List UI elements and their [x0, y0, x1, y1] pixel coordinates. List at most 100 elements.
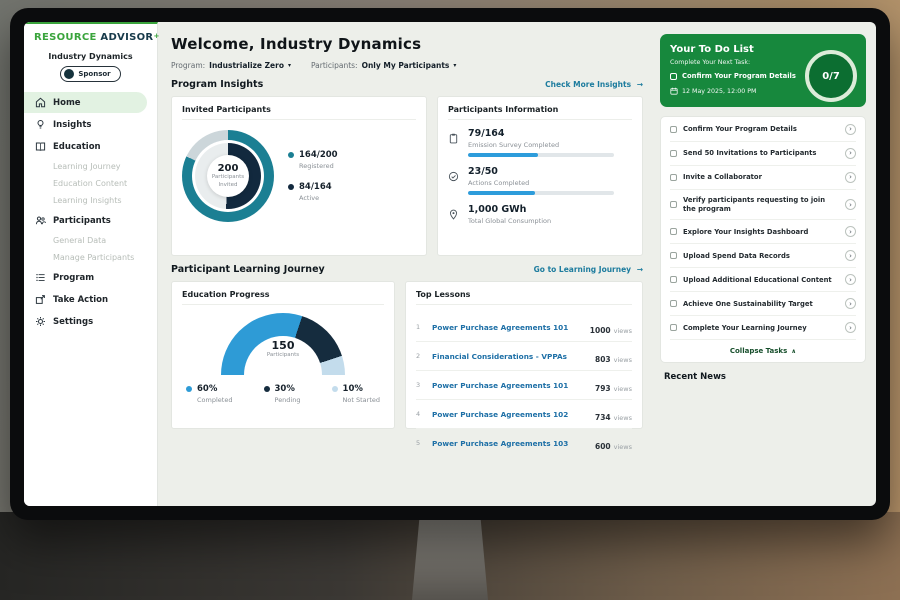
sidebar-item-learning-journey[interactable]: Learning Journey	[24, 158, 157, 175]
task-checkbox[interactable]	[670, 228, 677, 235]
lesson-rank: 5	[416, 439, 424, 447]
chevron-right-icon[interactable]: ›	[845, 148, 856, 159]
collapse-tasks-link[interactable]: Collapse Tasks∧	[670, 340, 856, 361]
stat-progress-0	[468, 153, 614, 157]
sidebar-item-education-content[interactable]: Education Content	[24, 175, 157, 192]
todo-next-task[interactable]: Confirm Your Program Details	[670, 72, 796, 81]
logo-secondary: ADVISOR	[100, 32, 153, 43]
clipboard-icon	[448, 128, 460, 157]
chevron-right-icon[interactable]: ›	[845, 199, 856, 210]
task-row[interactable]: Explore Your Insights Dashboard ›	[670, 220, 856, 244]
sidebar-item-learning-insights[interactable]: Learning Insights	[24, 192, 157, 209]
task-row[interactable]: Verify participants requesting to join t…	[670, 190, 856, 221]
lesson-link[interactable]: Power Purchase Agreements 102	[432, 410, 587, 419]
invited-donut-chart: 200 Participants Invited	[182, 130, 274, 222]
task-checkbox[interactable]	[670, 126, 677, 133]
location-pin-icon	[448, 204, 460, 225]
card-title: Participants Information	[448, 105, 632, 120]
lesson-views-label: views	[614, 327, 632, 335]
learning-journey-header: Participant Learning Journey Go to Learn…	[171, 264, 643, 275]
task-label: Explore Your Insights Dashboard	[683, 228, 839, 237]
check-more-insights-link[interactable]: Check More Insights →	[545, 80, 643, 89]
lesson-views-label: views	[614, 385, 632, 393]
lesson-views: 734	[595, 413, 611, 422]
lesson-link[interactable]: Financial Considerations - VPPAs	[432, 352, 587, 361]
lesson-row: 1 Power Purchase Agreements 101 1000view…	[416, 313, 632, 342]
todo-subtitle: Complete Your Next Task:	[670, 59, 796, 66]
task-row[interactable]: Complete Your Learning Journey ›	[670, 316, 856, 340]
sidebar: RESOURCE ADVISOR+ Industry Dynamics Spon…	[24, 22, 158, 506]
legend-dot-active	[288, 184, 294, 190]
chevron-right-icon[interactable]: ›	[845, 250, 856, 261]
task-row[interactable]: Confirm Your Program Details ›	[670, 118, 856, 142]
stat-label: Actions Completed	[468, 179, 614, 187]
sidebar-nav: Home Insights Education Learning Journey…	[24, 91, 157, 333]
program-value: Industrialize Zero	[209, 61, 284, 70]
program-select[interactable]: Program: Industrialize Zero ▾	[171, 61, 291, 70]
lesson-row: 5 Power Purchase Agreements 103 600views	[416, 429, 632, 457]
todo-progress-ring: 0/7	[805, 50, 857, 102]
go-to-learning-journey-link[interactable]: Go to Learning Journey →	[534, 265, 643, 274]
sidebar-item-home[interactable]: Home	[24, 92, 147, 113]
gear-icon	[34, 316, 46, 327]
sidebar-item-label: Home	[53, 98, 81, 108]
sidebar-item-participants[interactable]: Participants	[24, 210, 157, 231]
program-insights-row: Invited Participants 200 Participants In…	[171, 96, 643, 256]
chevron-right-icon[interactable]: ›	[845, 124, 856, 135]
chevron-right-icon[interactable]: ›	[845, 226, 856, 237]
task-checkbox[interactable]	[670, 324, 677, 331]
lesson-rank: 1	[416, 323, 424, 331]
task-row[interactable]: Achieve One Sustainability Target ›	[670, 292, 856, 316]
legend-value: 164/200	[299, 150, 338, 160]
sidebar-item-general-data[interactable]: General Data	[24, 232, 157, 249]
participants-select[interactable]: Participants: Only My Participants ▾	[311, 61, 456, 70]
task-row[interactable]: Upload Spend Data Records ›	[670, 244, 856, 268]
sidebar-item-label: Take Action	[53, 295, 108, 305]
task-label: Verify participants requesting to join t…	[683, 196, 839, 214]
sidebar-item-label: Settings	[53, 317, 93, 327]
task-row[interactable]: Send 50 Invitations to Participants ›	[670, 142, 856, 166]
lesson-link[interactable]: Power Purchase Agreements 101	[432, 323, 582, 332]
sidebar-item-education[interactable]: Education	[24, 136, 157, 157]
todo-next-label: Confirm Your Program Details	[682, 72, 796, 81]
chevron-right-icon[interactable]: ›	[845, 298, 856, 309]
sidebar-item-insights[interactable]: Insights	[24, 114, 157, 135]
todo-next-checkbox[interactable]	[670, 73, 677, 80]
stat-value: 79/164	[468, 128, 614, 139]
lesson-views-label: views	[614, 443, 632, 451]
section-title: Participant Learning Journey	[171, 264, 325, 275]
sidebar-item-program[interactable]: Program	[24, 267, 157, 288]
legend-item: 84/164 Active	[288, 182, 338, 202]
task-checkbox[interactable]	[670, 174, 677, 181]
sidebar-item-settings[interactable]: Settings	[24, 311, 157, 332]
task-checkbox[interactable]	[670, 201, 677, 208]
sidebar-item-manage-participants[interactable]: Manage Participants	[24, 249, 157, 266]
lesson-row: 3 Power Purchase Agreements 101 793views	[416, 371, 632, 400]
lesson-link[interactable]: Power Purchase Agreements 103	[432, 439, 587, 448]
task-row[interactable]: Invite a Collaborator ›	[670, 166, 856, 190]
task-checkbox[interactable]	[670, 300, 677, 307]
lesson-row: 4 Power Purchase Agreements 102 734views	[416, 400, 632, 429]
dashboard: RESOURCE ADVISOR+ Industry Dynamics Spon…	[24, 22, 876, 506]
legend-label: Completed	[197, 396, 232, 404]
task-label: Send 50 Invitations to Participants	[683, 149, 839, 158]
task-checkbox[interactable]	[670, 276, 677, 283]
legend-dot-registered	[288, 152, 294, 158]
task-checkbox[interactable]	[670, 150, 677, 157]
lesson-rank: 4	[416, 410, 424, 418]
collapse-label: Collapse Tasks	[730, 347, 787, 355]
task-checkbox[interactable]	[670, 252, 677, 259]
chevron-right-icon[interactable]: ›	[845, 322, 856, 333]
legend-label: Registered	[299, 162, 338, 170]
learning-journey-row: Education Progress 150 Participants 60	[171, 281, 643, 429]
lesson-views: 1000	[590, 326, 611, 335]
lesson-link[interactable]: Power Purchase Agreements 101	[432, 381, 587, 390]
task-row[interactable]: Upload Additional Educational Content ›	[670, 268, 856, 292]
education-gauge-chart: 150 Participants	[221, 313, 345, 375]
chevron-right-icon[interactable]: ›	[845, 274, 856, 285]
gauge-center-value: 150	[221, 339, 345, 352]
participants-value: Only My Participants	[362, 61, 450, 70]
sponsor-badge[interactable]: Sponsor	[60, 66, 120, 82]
chevron-right-icon[interactable]: ›	[845, 172, 856, 183]
sidebar-item-take-action[interactable]: Take Action	[24, 289, 157, 310]
